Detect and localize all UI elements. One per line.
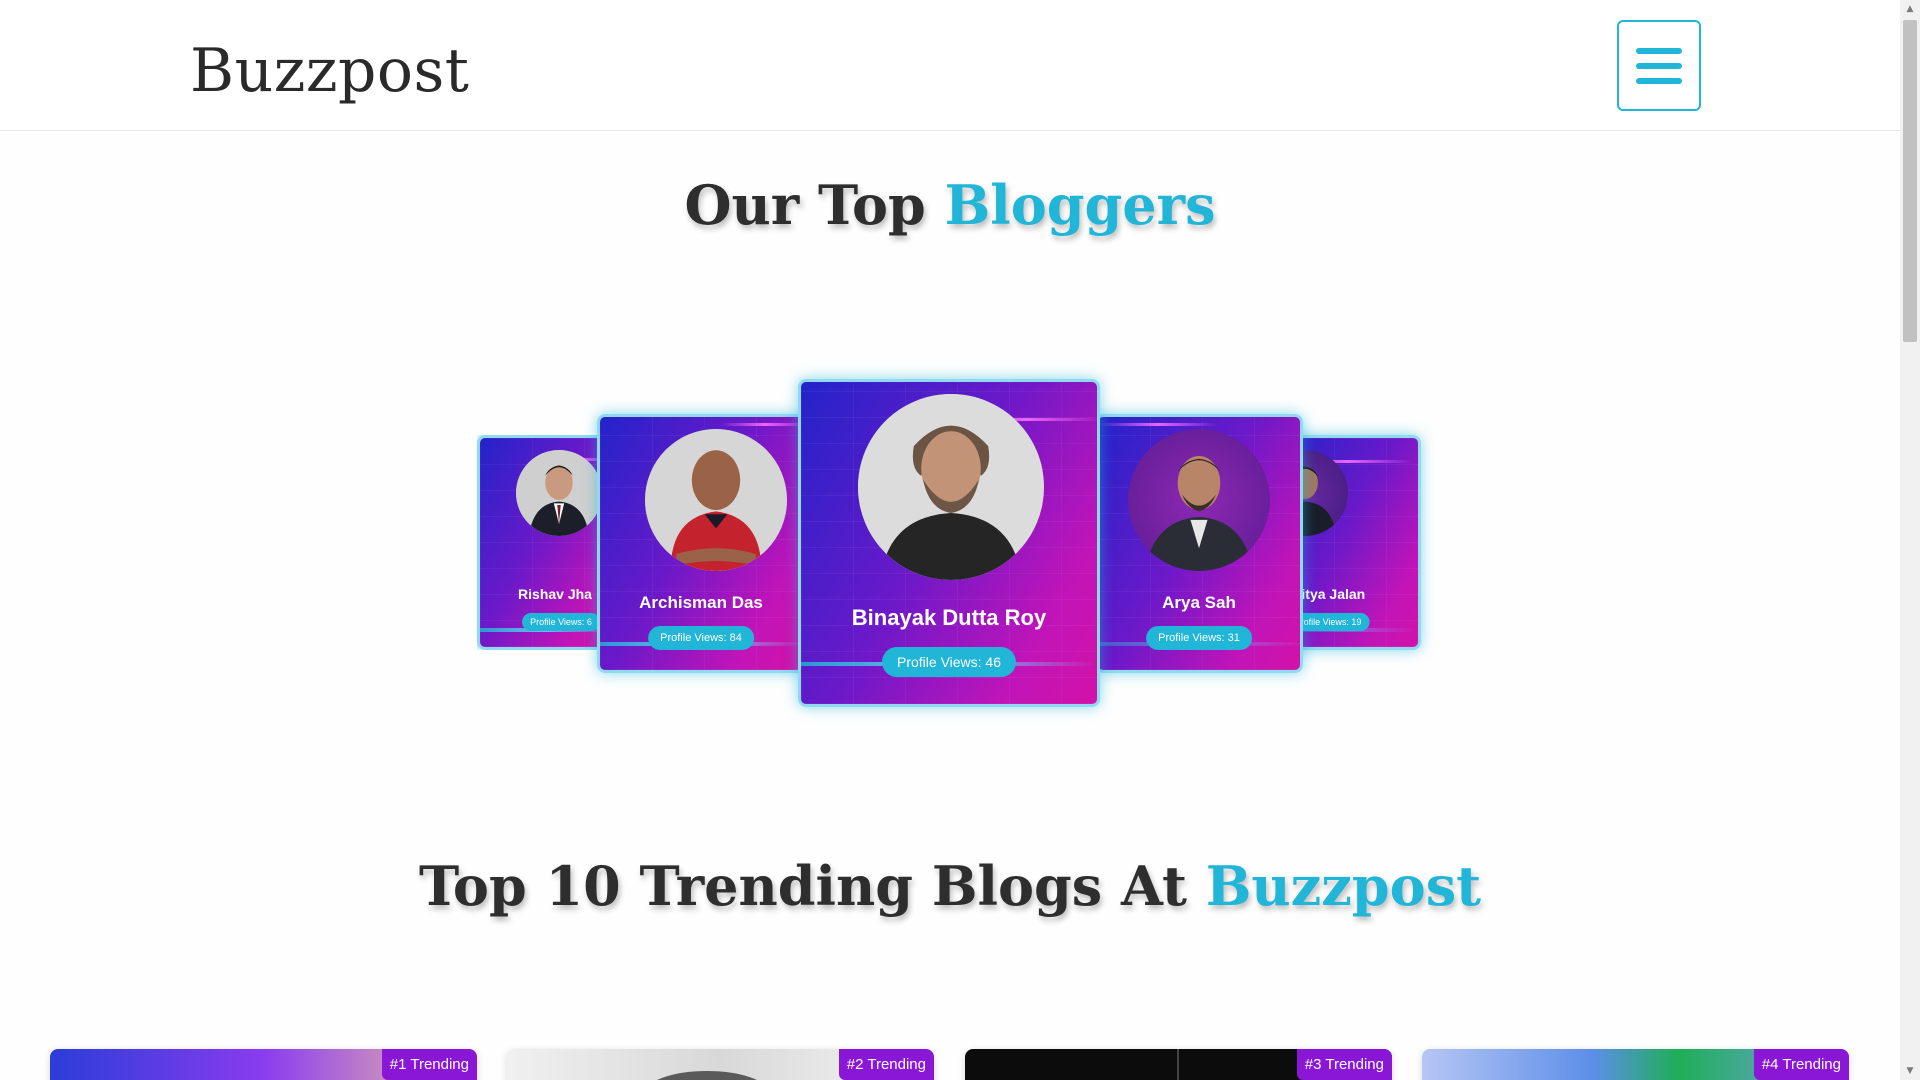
scroll-down-arrow-icon[interactable]: ▼ — [1900, 1062, 1920, 1080]
bloggers-title-accent: Bloggers — [944, 173, 1216, 237]
profile-views-badge: Profile Views: 46 — [881, 647, 1017, 677]
trending-badge: #1 Trending — [381, 1049, 477, 1080]
trending-title-text: Top 10 Trending Blogs At — [418, 854, 1206, 918]
blogger-card-active[interactable]: Binayak Dutta Roy Profile Views: 46 — [798, 379, 1100, 707]
blogger-avatar — [516, 450, 602, 536]
blogger-avatar — [645, 429, 787, 571]
scroll-up-arrow-icon[interactable]: ▲ — [1900, 0, 1920, 18]
blogger-name: Archisman Das — [639, 593, 763, 612]
blogger-card[interactable]: Archisman Das Profile Views: 84 — [597, 414, 805, 673]
bloggers-title-text: Our Top — [684, 173, 945, 237]
blogger-name: Binayak Dutta Roy — [851, 605, 1047, 630]
trending-blog-card[interactable]: #1 Trending — [50, 1049, 477, 1080]
profile-views-badge: Profile Views: 6 — [522, 613, 600, 631]
hamburger-menu-button[interactable] — [1617, 20, 1701, 111]
scrollbar-thumb[interactable] — [1903, 20, 1917, 342]
trending-blog-card[interactable]: #2 Trending — [507, 1049, 934, 1080]
blogger-avatar — [1128, 429, 1270, 571]
blogger-avatar — [858, 394, 1044, 580]
trending-badge: #2 Trending — [838, 1049, 934, 1080]
blogger-name: Arya Sah — [1162, 593, 1236, 612]
site-logo[interactable]: Buzzpost — [190, 36, 469, 106]
page-scrollbar[interactable]: ▲ ▼ — [1900, 0, 1920, 1080]
trending-section-title: Top 10 Trending Blogs At Buzzpost — [0, 854, 1900, 918]
trending-badge: #4 Trending — [1753, 1049, 1849, 1080]
profile-views-badge: Profile Views: 31 — [1146, 626, 1252, 650]
hamburger-menu-icon — [1636, 77, 1682, 84]
hamburger-menu-icon — [1636, 47, 1682, 54]
profile-views-badge: Profile Views: 84 — [648, 626, 754, 650]
trending-title-accent: Buzzpost — [1205, 854, 1482, 918]
blogger-card[interactable]: Rishav Jha Profile Views: 6 — [477, 435, 617, 650]
bloggers-section-title: Our Top Bloggers — [0, 173, 1900, 237]
blogger-card[interactable]: Arya Sah Profile Views: 31 — [1095, 414, 1303, 673]
site-header: Buzzpost — [0, 0, 1900, 131]
hamburger-menu-icon — [1636, 62, 1682, 69]
trending-blog-card[interactable]: #4 Trending — [1422, 1049, 1849, 1080]
trending-badge: #3 Trending — [1296, 1049, 1392, 1080]
trending-blog-card[interactable]: #3 Trending — [965, 1049, 1392, 1080]
